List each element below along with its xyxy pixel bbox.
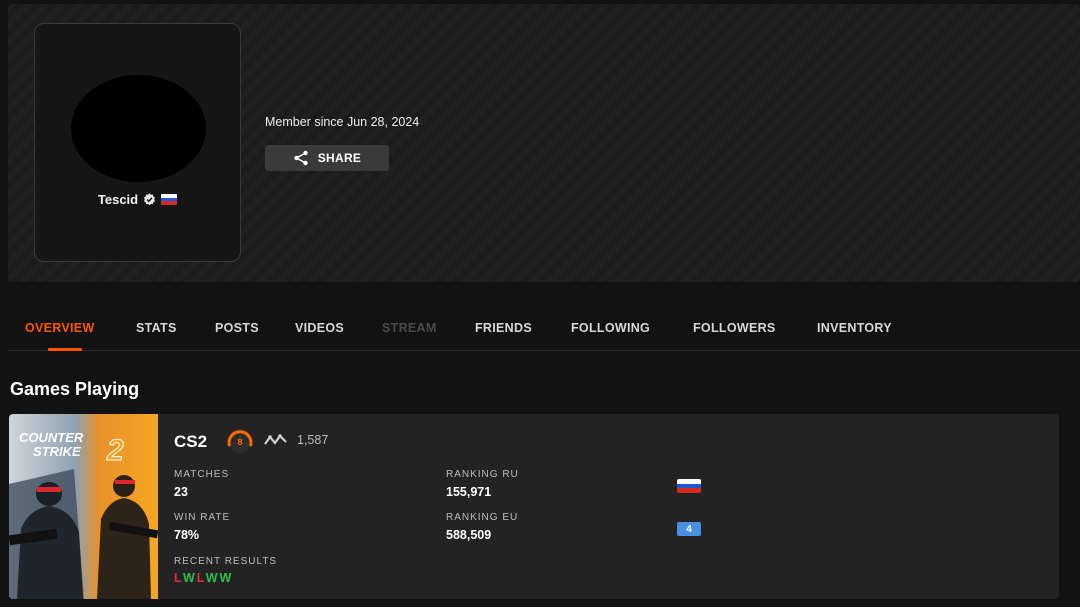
cover-title-line1: COUNTER (19, 430, 84, 445)
result-win: W (182, 571, 197, 585)
game-card-cs2[interactable]: COUNTER STRIKE 2 CS2 8 1,587 MATCHES 23 … (9, 414, 1059, 599)
matches-label: MATCHES (174, 469, 230, 480)
active-tab-indicator (48, 348, 82, 351)
nickname-row: Tescid (35, 192, 240, 207)
result-loss: L (196, 571, 206, 585)
tab-posts[interactable]: POSTS (215, 321, 259, 335)
result-loss: L (174, 571, 183, 585)
profile-tabs: OVERVIEW STATS POSTS VIDEOS STREAM FRIEN… (8, 310, 1080, 351)
games-playing-heading: Games Playing (10, 379, 140, 399)
skill-level-icon: 8 (227, 429, 253, 453)
cs2-cover-image: COUNTER STRIKE 2 (9, 414, 158, 599)
ranking-country-value: 155,971 (446, 485, 492, 499)
win-rate-value: 78% (174, 528, 200, 542)
ranking-region-label: RANKING EU (446, 512, 519, 523)
matches-value: 23 (174, 485, 188, 499)
result-win: W (205, 571, 220, 585)
cover-title-line2: STRIKE (33, 444, 81, 459)
recent-results: LWLWW (174, 571, 233, 585)
avatar[interactable] (71, 75, 206, 182)
cover-title-number: 2 (106, 434, 124, 467)
tab-overview[interactable]: OVERVIEW (25, 321, 95, 335)
elo-value: 1,587 (297, 433, 329, 447)
game-name: CS2 (174, 432, 208, 451)
profile-card: Tescid (34, 23, 241, 262)
member-since: Member since Jun 28, 2024 (265, 115, 420, 129)
share-icon (294, 150, 308, 166)
result-win: W (219, 571, 234, 585)
tab-inventory[interactable]: INVENTORY (817, 321, 892, 335)
win-rate-label: WIN RATE (174, 512, 231, 523)
profile-page: Tescid Member since Jun 28, 2024 SHARE O… (0, 0, 1080, 607)
tab-videos[interactable]: VIDEOS (295, 321, 344, 335)
tab-followers[interactable]: FOLLOWERS (693, 321, 776, 335)
russia-flag-icon (161, 194, 178, 205)
nickname: Tescid (97, 192, 139, 207)
russia-flag-icon (677, 479, 701, 493)
share-label: SHARE (317, 151, 362, 165)
ranking-country-label: RANKING RU (446, 469, 519, 480)
skill-level-value: 8 (237, 437, 242, 447)
elo-trend-icon (264, 434, 287, 445)
tab-following[interactable]: FOLLOWING (571, 321, 650, 335)
eu-region-icon: 4 (677, 522, 701, 536)
tab-stats[interactable]: STATS (136, 321, 177, 335)
recent-results-label: RECENT RESULTS (174, 556, 278, 567)
verified-badge-icon (144, 193, 156, 206)
tab-stream: STREAM (382, 321, 437, 335)
tab-friends[interactable]: FRIENDS (475, 321, 532, 335)
ranking-region-value: 588,509 (446, 528, 492, 542)
share-button[interactable]: SHARE (265, 145, 389, 171)
